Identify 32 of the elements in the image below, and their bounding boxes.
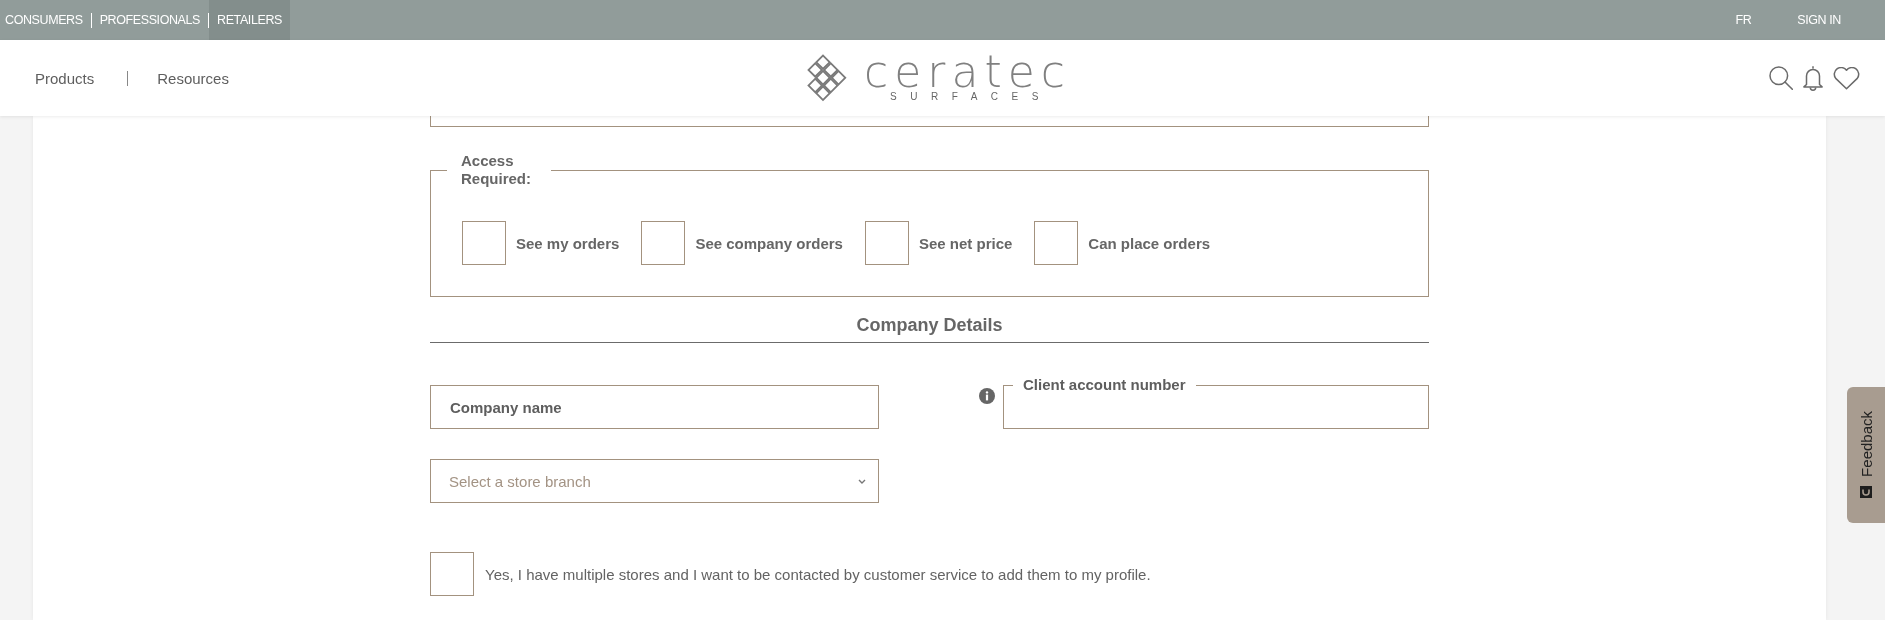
nav-link[interactable]: Resources	[157, 69, 229, 87]
audience-tab[interactable]: CONSUMERS	[0, 0, 91, 40]
feedback-tab[interactable]: Feedback	[1847, 387, 1885, 523]
bell-icon[interactable]	[1802, 65, 1824, 91]
checkbox[interactable]	[462, 221, 506, 265]
client-account-field[interactable]: Client account number	[1003, 376, 1429, 429]
fieldset-legend: Access Required:	[447, 152, 551, 188]
checkbox[interactable]	[641, 221, 686, 265]
input-field[interactable]	[430, 116, 1429, 127]
checkbox[interactable]	[430, 552, 474, 596]
info-icon[interactable]	[979, 388, 995, 404]
checkbox-label: See my orders	[516, 234, 620, 252]
chevron-down-icon	[858, 478, 866, 484]
logo-tagline[interactable]: SURFACES	[890, 91, 1052, 103]
audience-tab[interactable]: RETAILERS	[209, 0, 290, 40]
heart-icon[interactable]	[1833, 66, 1860, 90]
checkbox[interactable]	[1034, 221, 1079, 265]
checkbox-label: Can place orders	[1088, 234, 1211, 252]
section-heading: Company Details	[856, 315, 1003, 335]
store-branch-select[interactable]: Select a store branch	[430, 459, 879, 503]
logo-wordmark[interactable]: ceratec	[864, 53, 1071, 91]
speech-bubble-icon	[1859, 485, 1873, 500]
checkbox-label: Yes, I have multiple stores and I want to be contacted by customer service to add them to my profile.	[485, 565, 1151, 583]
company-name-field[interactable]: Company name	[430, 385, 879, 429]
sign-in-link[interactable]: SIGN IN	[1797, 13, 1841, 27]
nav-link[interactable]: Products	[35, 69, 95, 87]
checkbox[interactable]	[864, 221, 909, 265]
checkbox-label: See net price	[918, 234, 1013, 252]
search-icon[interactable]	[1769, 66, 1793, 90]
audience-tab[interactable]: PROFESSIONALS	[91, 0, 209, 40]
checkbox-label: See company orders	[695, 234, 843, 252]
language-link[interactable]: FR	[1735, 13, 1752, 27]
